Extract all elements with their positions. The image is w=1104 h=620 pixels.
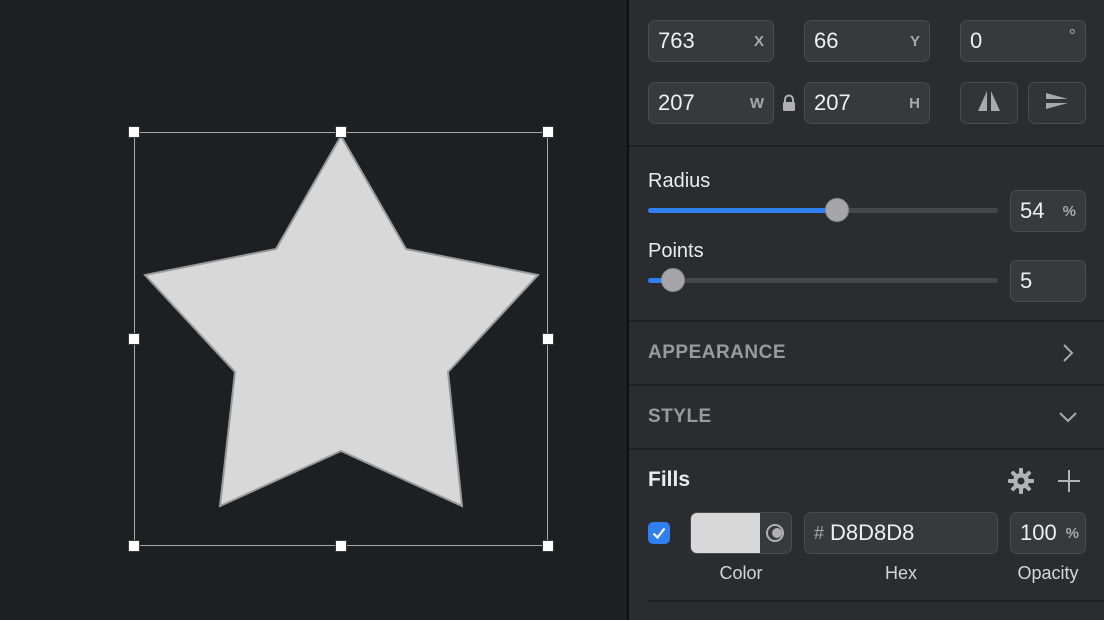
radius-slider-fill (648, 208, 837, 213)
hex-value: D8D8D8 (830, 520, 915, 545)
resize-handle-bottom-left[interactable] (128, 540, 140, 552)
x-position-value: 763 (658, 28, 695, 53)
divider (648, 600, 1104, 602)
rotation-field[interactable]: 0 ° (960, 20, 1086, 62)
canvas[interactable] (0, 0, 627, 620)
y-position-value: 66 (814, 28, 839, 53)
width-field[interactable]: 207 W (648, 82, 774, 124)
points-slider-knob[interactable] (661, 268, 685, 292)
points-slider[interactable] (648, 268, 998, 292)
color-caption: Color (719, 563, 763, 583)
width-unit: W (749, 94, 764, 112)
points-field[interactable]: 5 (1010, 260, 1086, 302)
resize-handle-right[interactable] (542, 333, 554, 345)
resize-handle-top-right[interactable] (542, 126, 554, 138)
x-position-unit: X (753, 32, 764, 50)
fill-color-well[interactable] (690, 512, 792, 554)
height-unit: H (909, 94, 920, 112)
resize-handle-top[interactable] (335, 126, 347, 138)
lock-icon[interactable] (780, 94, 798, 112)
radius-value: 54 (1020, 198, 1045, 223)
resize-handle-bottom[interactable] (335, 540, 347, 552)
resize-handle-bottom-right[interactable] (542, 540, 554, 552)
hex-caption: Hex (884, 563, 917, 583)
gear-icon[interactable] (1007, 467, 1035, 500)
width-value: 207 (658, 90, 695, 115)
y-position-field[interactable]: 66 Y (804, 20, 930, 62)
fills-title: Fills (648, 468, 691, 491)
points-value: 5 (1020, 268, 1033, 293)
radius-slider-knob[interactable] (825, 198, 849, 222)
rotation-value: 0 (970, 28, 983, 53)
flip-horizontal-icon (976, 89, 1002, 118)
points-label: Points (648, 240, 704, 262)
radius-field[interactable]: 54 % (1010, 190, 1086, 232)
rotation-unit: ° (1068, 25, 1076, 46)
plus-icon[interactable] (1056, 468, 1082, 499)
opacity-field[interactable]: 100 % (1010, 512, 1086, 554)
radius-unit: % (1062, 202, 1076, 220)
style-title: STYLE (648, 406, 712, 427)
resize-handle-left[interactable] (128, 333, 140, 345)
hex-prefix: # (814, 522, 825, 543)
height-field[interactable]: 207 H (804, 82, 930, 124)
hex-field[interactable]: # D8D8D8 (804, 512, 998, 554)
fill-color-swatch[interactable] (691, 513, 760, 553)
style-section-header[interactable]: STYLE (629, 386, 1104, 448)
inspector-panel: 763 X 66 Y 0 ° 207 W 207 H Radius 54 % P… (629, 0, 1104, 620)
flip-horizontal-button[interactable] (960, 82, 1018, 124)
resize-handle-top-left[interactable] (128, 126, 140, 138)
height-value: 207 (814, 90, 851, 115)
y-position-unit: Y (909, 32, 920, 50)
chevron-right-icon (1061, 343, 1075, 368)
flip-vertical-button[interactable] (1028, 82, 1086, 124)
color-picker-mode-icon[interactable] (765, 523, 785, 548)
opacity-caption: Opacity (1017, 563, 1079, 583)
radius-slider[interactable] (648, 198, 998, 222)
canvas-artwork[interactable] (0, 0, 627, 620)
appearance-title: APPEARANCE (648, 342, 787, 363)
x-position-field[interactable]: 763 X (648, 20, 774, 62)
checkbox-check-icon (652, 527, 666, 540)
radius-label: Radius (648, 170, 711, 192)
opacity-value: 100 (1020, 520, 1057, 545)
divider (629, 145, 1104, 147)
appearance-section-header[interactable]: APPEARANCE (629, 322, 1104, 384)
opacity-unit: % (1065, 524, 1079, 542)
fill-enabled-checkbox[interactable] (648, 522, 670, 544)
star-shape[interactable] (143, 133, 540, 508)
chevron-down-icon (1058, 410, 1078, 429)
divider (629, 448, 1104, 450)
flip-vertical-icon (1044, 89, 1070, 118)
